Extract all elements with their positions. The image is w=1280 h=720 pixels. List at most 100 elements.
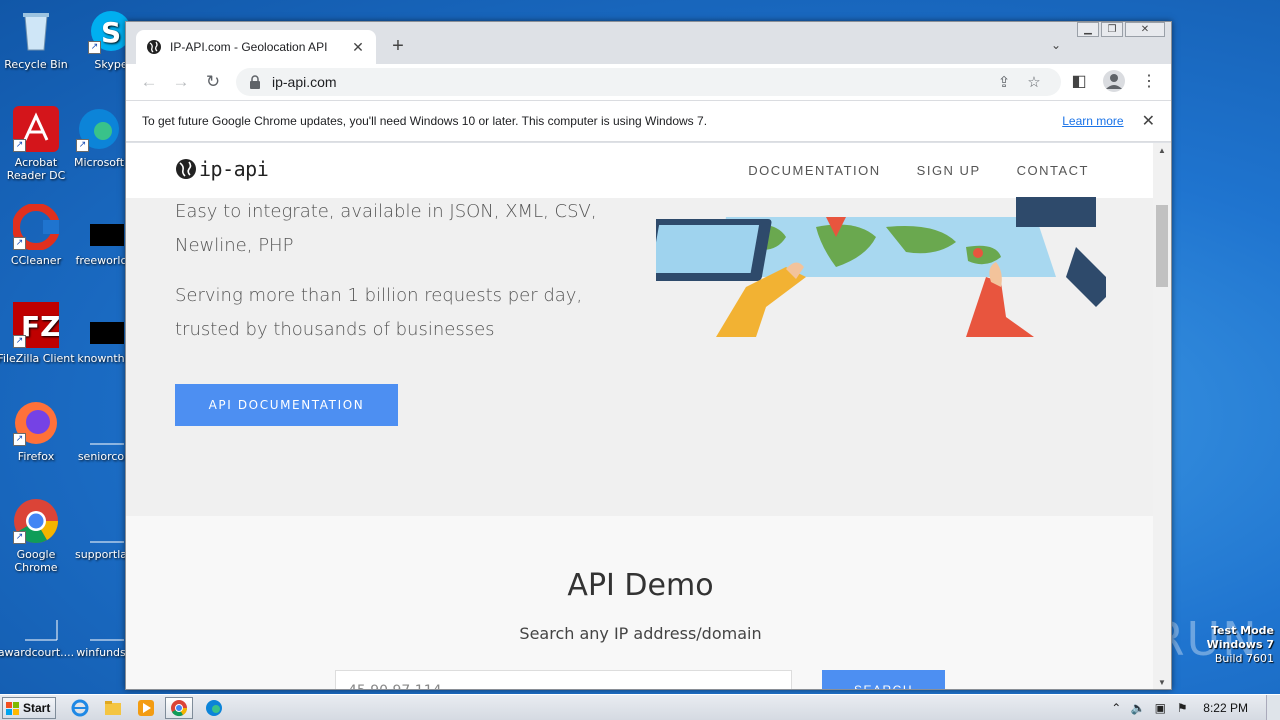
watermark-line-1: Test Mode bbox=[1211, 624, 1274, 637]
windows-flag-icon bbox=[6, 702, 19, 715]
file-icon bbox=[78, 596, 124, 642]
chrome-icon bbox=[171, 700, 188, 717]
show-desktop-button[interactable] bbox=[1266, 695, 1280, 720]
desktop-icon-recycle-bin[interactable]: Recycle Bin bbox=[0, 8, 75, 71]
desktop-icon-label: Recycle Bin bbox=[4, 58, 68, 71]
desktop-icon-label: seniorco bbox=[77, 450, 125, 463]
desktop-icon-label: supportla bbox=[74, 548, 128, 561]
file-icon bbox=[78, 204, 124, 250]
desktop-icon-label: freeworlc bbox=[75, 254, 127, 267]
demo-title: API Demo bbox=[567, 568, 714, 603]
watermark-line-2: Windows 7 bbox=[1206, 638, 1274, 651]
taskbar-explorer[interactable] bbox=[99, 697, 127, 719]
taskbar-edge[interactable] bbox=[200, 697, 228, 719]
tab-title: IP-API.com - Geolocation API bbox=[170, 40, 328, 54]
tab-strip: IP-API.com - Geolocation API ✕ + ⌄ bbox=[126, 22, 1171, 64]
close-tab-icon[interactable]: ✕ bbox=[350, 39, 366, 56]
desktop-icon-label: Firefox bbox=[17, 450, 55, 463]
globe-icon bbox=[147, 40, 161, 54]
ip-search-input[interactable]: 45.90.97.114 bbox=[335, 670, 792, 689]
scroll-down-arrow-icon[interactable]: ▼ bbox=[1153, 675, 1171, 689]
share-icon[interactable]: ⇪ bbox=[989, 73, 1019, 91]
taskbar-internet-explorer[interactable] bbox=[66, 697, 94, 719]
edge-icon bbox=[206, 700, 222, 716]
ccleaner-icon: ↗ bbox=[12, 203, 60, 251]
infobar-message: To get future Google Chrome updates, you… bbox=[142, 114, 708, 128]
tab-search-chevron-icon[interactable]: ⌄ bbox=[1051, 38, 1061, 52]
close-infobar-icon[interactable]: ✕ bbox=[1142, 111, 1155, 131]
url-text: ip-api.com bbox=[272, 74, 337, 90]
recycle-bin-icon bbox=[13, 8, 59, 54]
desktop-icon-label: Google Chrome bbox=[14, 548, 58, 574]
folder-icon bbox=[105, 701, 121, 715]
site-nav: DOCUMENTATION SIGN UP CONTACT bbox=[748, 163, 1089, 178]
search-button[interactable]: SEARCH bbox=[822, 670, 945, 689]
nav-contact[interactable]: CONTACT bbox=[1017, 163, 1089, 178]
demo-subtitle: Search any IP address/domain bbox=[519, 624, 762, 643]
system-tray: ⌃ 🔈 ▣ ⚑ 8:22 PM bbox=[1105, 695, 1280, 720]
page-viewport: ip-api DOCUMENTATION SIGN UP CONTACT Eas… bbox=[126, 143, 1155, 689]
lock-icon bbox=[250, 75, 260, 89]
profile-avatar-icon[interactable] bbox=[1103, 70, 1125, 92]
nav-sign-up[interactable]: SIGN UP bbox=[917, 163, 981, 178]
desktop-icon-label: winfunds bbox=[76, 646, 126, 659]
back-arrow-icon[interactable]: ← bbox=[133, 72, 165, 92]
desktop-icon-label: Skype bbox=[94, 58, 128, 71]
file-icon bbox=[13, 596, 59, 642]
svg-text:S: S bbox=[101, 16, 121, 49]
taskbar-media-player[interactable] bbox=[132, 697, 160, 719]
scroll-thumb[interactable] bbox=[1156, 205, 1168, 287]
nav-documentation[interactable]: DOCUMENTATION bbox=[748, 163, 880, 178]
tab-ip-api[interactable]: IP-API.com - Geolocation API ✕ bbox=[136, 30, 376, 64]
world-map-illustration bbox=[656, 197, 1106, 337]
logo-text: ip-api bbox=[199, 157, 269, 181]
site-header: ip-api DOCUMENTATION SIGN UP CONTACT bbox=[126, 143, 1155, 198]
forward-arrow-icon[interactable]: → bbox=[165, 72, 197, 92]
site-logo[interactable]: ip-api bbox=[175, 157, 269, 181]
hero-formats: Easy to integrate, available in JSON, XM… bbox=[175, 201, 597, 256]
side-panel-icon[interactable]: ◧ bbox=[1069, 71, 1089, 91]
taskbar-chrome[interactable] bbox=[165, 697, 193, 719]
address-bar[interactable]: ip-api.com ⇪ ☆ bbox=[236, 68, 1061, 96]
filezilla-icon: FZ ↗ bbox=[13, 302, 60, 348]
firefox-icon: ↗ bbox=[13, 400, 59, 446]
edge-icon: ↗ bbox=[76, 106, 122, 152]
scroll-up-arrow-icon[interactable]: ▲ bbox=[1153, 143, 1171, 159]
learn-more-link[interactable]: Learn more bbox=[1062, 114, 1123, 128]
chrome-icon: ↗ bbox=[13, 498, 59, 544]
windows-test-mode-watermark: Test Mode Windows 7 Build 7601 bbox=[1207, 624, 1274, 666]
media-player-icon bbox=[138, 700, 154, 716]
desktop-icon-label: knownth bbox=[77, 352, 125, 365]
start-label: Start bbox=[23, 701, 51, 715]
chrome-window: ▁ ❐ ✕ IP-API.com - Geolocation API ✕ + ⌄… bbox=[125, 21, 1172, 690]
toolbar-actions: ◧ ⋮ bbox=[1069, 70, 1159, 92]
desktop-icon-label: Microsoft bbox=[73, 156, 125, 169]
acrobat-icon: ↗ bbox=[13, 106, 59, 152]
bookmark-star-icon[interactable]: ☆ bbox=[1019, 73, 1049, 91]
hero-text: Easy to integrate, available in JSON, XM… bbox=[175, 195, 645, 363]
menu-kebab-icon[interactable]: ⋮ bbox=[1139, 71, 1159, 91]
start-button[interactable]: Start bbox=[2, 697, 56, 719]
network-icon[interactable]: ▣ bbox=[1149, 701, 1171, 715]
taskbar-clock[interactable]: 8:22 PM bbox=[1193, 701, 1266, 715]
file-icon bbox=[78, 302, 124, 348]
globe-logo-icon bbox=[176, 159, 196, 179]
action-center-flag-icon[interactable]: ⚑ bbox=[1171, 701, 1193, 715]
api-documentation-button[interactable]: API DOCUMENTATION bbox=[175, 384, 398, 426]
svg-text:FZ: FZ bbox=[21, 310, 59, 343]
volume-icon[interactable]: 🔈 bbox=[1127, 701, 1149, 715]
hero-requests: Serving more than 1 billion requests per… bbox=[175, 285, 583, 340]
tray-expand-icon[interactable]: ⌃ bbox=[1105, 701, 1127, 715]
update-infobar: To get future Google Chrome updates, you… bbox=[126, 100, 1171, 142]
desktop-icon-label: Acrobat Reader DC bbox=[6, 156, 66, 182]
desktop-icon-label: CCleaner bbox=[10, 254, 62, 267]
file-icon bbox=[78, 400, 124, 446]
reload-icon[interactable]: ↻ bbox=[197, 72, 229, 92]
api-demo-section: API Demo Search any IP address/domain 45… bbox=[126, 516, 1155, 689]
new-tab-button[interactable]: + bbox=[388, 36, 408, 56]
internet-explorer-icon bbox=[71, 699, 89, 717]
page-scrollbar[interactable]: ▲ ▼ bbox=[1153, 143, 1171, 689]
browser-toolbar: ← → ↻ ip-api.com ⇪ ☆ ◧ ⋮ bbox=[126, 64, 1171, 100]
windows-taskbar: Start ⌃ 🔈 ▣ ⚑ 8:22 PM bbox=[0, 694, 1280, 720]
file-icon bbox=[78, 498, 124, 544]
